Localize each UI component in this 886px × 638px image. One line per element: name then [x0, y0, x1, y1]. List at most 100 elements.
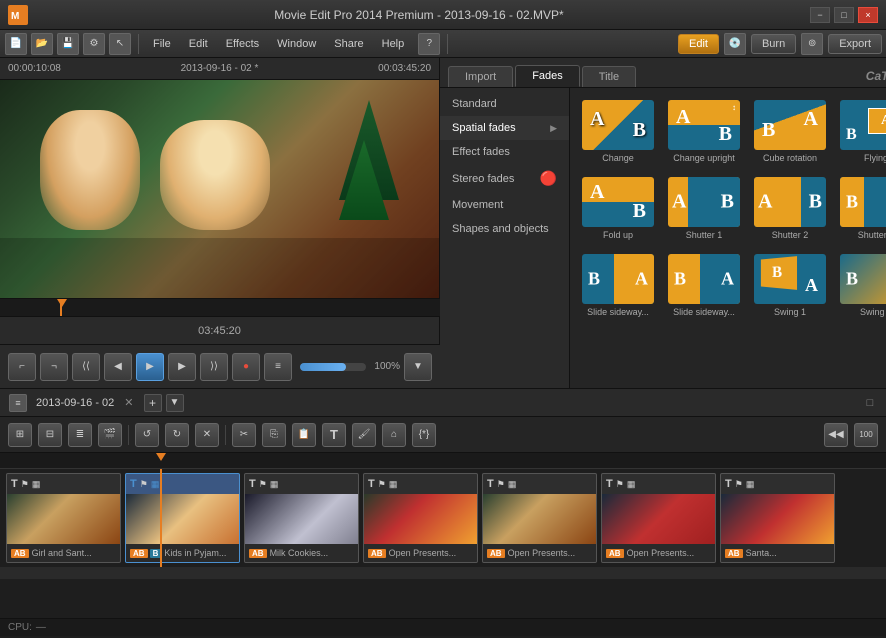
close-button[interactable]: × — [858, 7, 878, 23]
volume-bar[interactable] — [300, 363, 366, 371]
fade-item-shutter3[interactable]: B A Shutter 3 — [836, 173, 886, 244]
fade-item-change-upright[interactable]: A B ↕ Change upright — [664, 96, 744, 167]
tool-copy-btn[interactable]: ⎘ — [262, 423, 286, 447]
track-area[interactable]: T ⚑ ▦ AB Girl and Sant... T ⚑ ▦ AB B Kid… — [0, 469, 886, 567]
clip-text-icon-3: T — [368, 478, 375, 490]
fade-item-fold[interactable]: A B Fold up — [578, 173, 658, 244]
sidebar-item-stereo[interactable]: Stereo fades 🔴 — [440, 164, 569, 193]
timeline-expand-button[interactable]: □ — [862, 395, 878, 411]
menu-window[interactable]: Window — [269, 36, 324, 52]
menu-effects[interactable]: Effects — [218, 36, 267, 52]
fade-item-swing1[interactable]: B A Swing 1 — [750, 250, 830, 321]
clip-name-0: Girl and Sant... — [32, 548, 92, 558]
fade-thumb-change: A B — [582, 100, 654, 150]
minimize-button[interactable]: − — [810, 7, 830, 23]
tool-nav-right-btn[interactable]: 100 — [854, 423, 878, 447]
tool-cancel-btn[interactable]: ✕ — [195, 423, 219, 447]
tool-grid-btn[interactable]: ⊟ — [38, 423, 62, 447]
help-icon[interactable]: ? — [418, 33, 440, 55]
sidebar-item-spatial[interactable]: Spatial fades ▶ — [440, 116, 569, 140]
track-clip-1[interactable]: T ⚑ ▦ AB B Kids in Pyjam... — [125, 473, 240, 563]
timeline-scrollbar[interactable] — [0, 567, 886, 579]
prev-frame-button[interactable]: ◀ — [104, 353, 132, 381]
sidebar-item-movement[interactable]: Movement — [440, 193, 569, 217]
ab-badge-3: AB — [368, 549, 386, 558]
app-logo: M — [8, 5, 28, 25]
fade-item-swing2[interactable]: B A Swing 2 — [836, 250, 886, 321]
edit-button[interactable]: Edit — [678, 34, 719, 54]
clip-name-1: Kids in Pyjam... — [164, 548, 226, 558]
tool-sep-2 — [225, 425, 226, 445]
fade-item-cube[interactable]: A B Cube rotation — [750, 96, 830, 167]
in-point-button[interactable]: ⌐ — [8, 353, 36, 381]
progress-bar[interactable] — [0, 298, 440, 316]
fade-item-change[interactable]: A B Change — [578, 96, 658, 167]
timeline-menu-icon[interactable]: ≡ — [9, 394, 27, 412]
step-back-button[interactable]: ⟨⟨ — [72, 353, 100, 381]
tab-title[interactable]: Title — [582, 66, 636, 87]
fade-item-slide2[interactable]: B A Slide sideway... — [664, 250, 744, 321]
track-clip-0[interactable]: T ⚑ ▦ AB Girl and Sant... — [6, 473, 121, 563]
save-icon[interactable]: 💾 — [57, 33, 79, 55]
out-point-button[interactable]: ¬ — [40, 353, 68, 381]
settings-icon[interactable]: ⚙ — [83, 33, 105, 55]
tool-redo-btn[interactable]: ↻ — [165, 423, 189, 447]
fade-letter-a5: A — [590, 181, 604, 204]
fade-item-shutter1[interactable]: A B Shutter 1 — [664, 173, 744, 244]
maximize-button[interactable]: □ — [834, 7, 854, 23]
tool-film-btn[interactable]: 🎬 — [98, 423, 122, 447]
video-preview-panel: 00:00:10:08 2013-09-16 - 02 * 00:03:45:2… — [0, 58, 440, 388]
timeline-add-button[interactable]: + — [144, 394, 162, 412]
menu-help[interactable]: Help — [374, 36, 413, 52]
menu-edit[interactable]: Edit — [181, 36, 216, 52]
fade-item-slide1[interactable]: B A Slide sideway... — [578, 250, 658, 321]
track-clip-2[interactable]: T ⚑ ▦ AB Milk Cookies... — [244, 473, 359, 563]
play-button[interactable]: ▶ — [136, 353, 164, 381]
effects-panel: Import Fades Title CaToon Standard Spati… — [440, 58, 886, 388]
cpu-value: — — [36, 622, 46, 633]
separator-1 — [138, 34, 139, 54]
fade-item-shutter2[interactable]: A B Shutter 2 — [750, 173, 830, 244]
timeline-close-icon[interactable]: ✕ — [124, 396, 133, 409]
tool-cut-btn[interactable]: ✂ — [232, 423, 256, 447]
fade-item-flying[interactable]: A B Flying — [836, 96, 886, 167]
zoom-expand-button[interactable]: ▼ — [404, 353, 432, 381]
clip-footer-5: AB Open Presents... — [602, 544, 715, 562]
track-clip-3[interactable]: T ⚑ ▦ AB Open Presents... — [363, 473, 478, 563]
sidebar-item-effect[interactable]: Effect fades — [440, 140, 569, 164]
timeline-dropdown-button[interactable]: ▼ — [166, 394, 184, 412]
tool-paint-btn[interactable]: 🖌 — [352, 423, 376, 447]
burn-button[interactable]: Burn — [751, 34, 796, 54]
track-clip-6[interactable]: T ⚑ ▦ AB Santa... — [720, 473, 835, 563]
sidebar-item-standard[interactable]: Standard — [440, 92, 569, 116]
tool-list-btn[interactable]: ≣ — [68, 423, 92, 447]
tool-extra-btn[interactable]: {*} — [412, 423, 436, 447]
tool-paste-btn[interactable]: 📋 — [292, 423, 316, 447]
menu-share[interactable]: Share — [326, 36, 371, 52]
new-icon[interactable]: 📄 — [5, 33, 27, 55]
sidebar-item-shapes[interactable]: Shapes and objects — [440, 217, 569, 241]
tool-snap-btn[interactable]: ⌂ — [382, 423, 406, 447]
tab-import[interactable]: Import — [448, 66, 513, 87]
track-clip-5[interactable]: T ⚑ ▦ AB Open Presents... — [601, 473, 716, 563]
tool-view-btn[interactable]: ⊞ — [8, 423, 32, 447]
clip-flag-icon-0: ⚑ — [21, 479, 29, 490]
open-icon[interactable]: 📂 — [31, 33, 53, 55]
cursor-icon[interactable]: ↖ — [109, 33, 131, 55]
export-disc-icon[interactable]: ⊚ — [801, 33, 823, 55]
preview-area[interactable] — [0, 80, 439, 298]
tool-nav-left-btn[interactable]: ◀◀ — [824, 423, 848, 447]
record-button[interactable]: ● — [232, 353, 260, 381]
next-frame-button[interactable]: ▶ — [168, 353, 196, 381]
track-clip-4[interactable]: T ⚑ ▦ AB Open Presents... — [482, 473, 597, 563]
step-forward-button[interactable]: ⟩⟩ — [200, 353, 228, 381]
tool-sep-1 — [128, 425, 129, 445]
menu-file[interactable]: File — [145, 36, 179, 52]
tool-text-btn[interactable]: T — [322, 423, 346, 447]
export-button[interactable]: Export — [828, 34, 882, 54]
disc-icon[interactable]: 💿 — [724, 33, 746, 55]
menu-button[interactable]: ≡ — [264, 353, 292, 381]
tool-undo-btn[interactable]: ↺ — [135, 423, 159, 447]
tab-fades[interactable]: Fades — [515, 65, 580, 87]
slide1-letter-b: B — [588, 269, 600, 290]
